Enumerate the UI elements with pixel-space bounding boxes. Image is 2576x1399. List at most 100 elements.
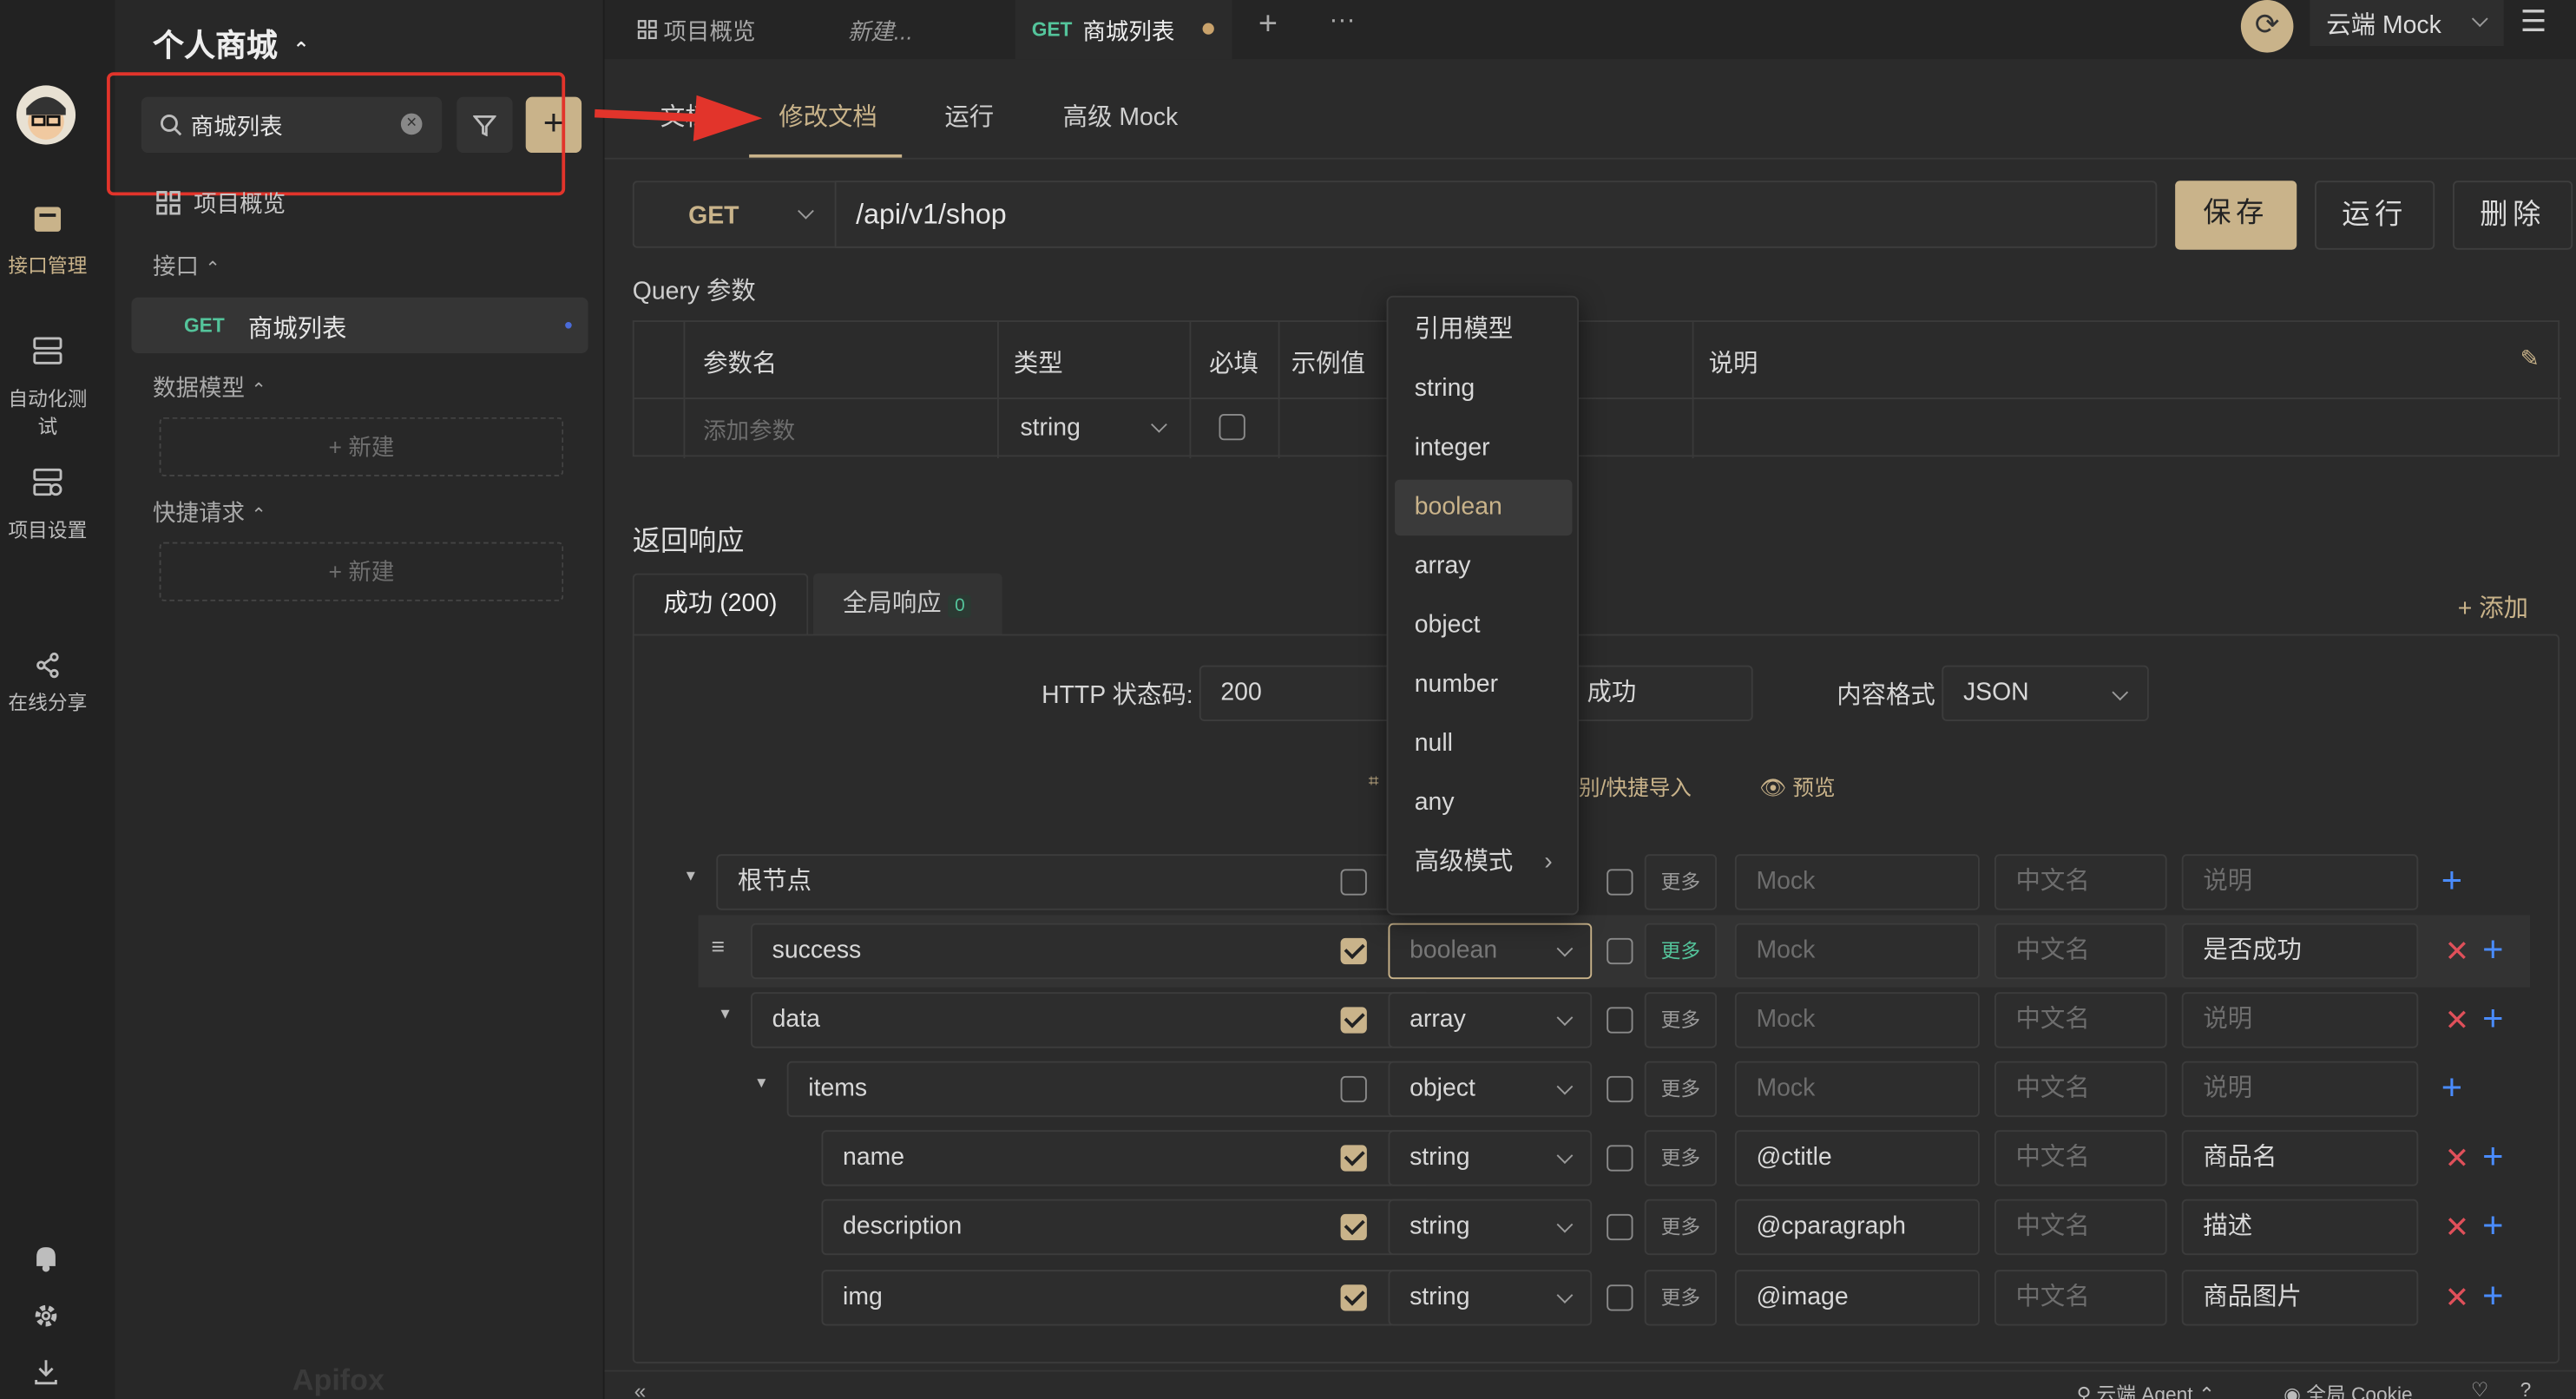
scan-icon[interactable]: ⌗ (1369, 772, 1379, 794)
more-button[interactable]: 更多 (1644, 1130, 1718, 1186)
help-icon[interactable]: ? (2520, 1378, 2532, 1399)
nullable-checkbox[interactable] (1607, 937, 1633, 965)
delete-button[interactable]: 删除 (2453, 181, 2573, 250)
delete-field-icon[interactable]: ✕ (2445, 1281, 2470, 1314)
add-field-icon[interactable]: + (2482, 1000, 2503, 1036)
description-input[interactable]: 说明 (2181, 992, 2419, 1048)
tab-new[interactable]: 新建... (848, 15, 913, 48)
nullable-checkbox[interactable] (1607, 1213, 1633, 1241)
type-option-1[interactable]: string (1395, 361, 1572, 417)
field-name-input[interactable]: name (821, 1130, 1431, 1186)
rail-item-api-manage[interactable]: 接口管理 (0, 200, 95, 279)
expand-toggle-icon[interactable]: ▼ (754, 1074, 769, 1091)
required-checkbox[interactable] (1340, 1284, 1367, 1311)
type-option-2[interactable]: integer (1395, 421, 1572, 476)
tab-shop-list[interactable]: GET 商城列表 (1015, 0, 1232, 60)
type-option-9[interactable]: 高级模式 › (1395, 835, 1572, 890)
tab-global-response[interactable]: 全局响应 0 (812, 573, 1002, 636)
field-name-input[interactable]: data (751, 992, 1431, 1048)
required-checkbox[interactable] (1219, 413, 1245, 441)
url-input[interactable]: /api/v1/shop (834, 181, 2158, 248)
required-checkbox[interactable] (1340, 1007, 1367, 1034)
sync-button[interactable]: ⟳ (2240, 0, 2294, 53)
nullable-checkbox[interactable] (1607, 1145, 1633, 1172)
new-quick-button[interactable]: + 新建 (159, 542, 564, 601)
preview-button[interactable]: 👁 预览 (1759, 771, 1835, 802)
field-type-select[interactable]: object (1388, 1061, 1593, 1118)
subtab-advanced-mock[interactable]: 高级 Mock (1063, 99, 1179, 134)
add-param-input[interactable]: 添加参数 (703, 414, 795, 447)
more-button[interactable]: 更多 (1644, 1061, 1718, 1118)
import-button[interactable]: 别/快捷导入 (1579, 771, 1692, 802)
rail-item-automation[interactable]: 自动化测试 (0, 333, 95, 440)
more-button[interactable]: 更多 (1644, 923, 1718, 980)
sidebar-item-shop-list[interactable]: GET 商城列表 (131, 297, 588, 353)
tab-success-200[interactable]: 成功 (200) (632, 573, 809, 636)
gear-icon[interactable] (31, 1301, 61, 1330)
menu-icon[interactable]: ☰ (2520, 5, 2547, 40)
more-button[interactable]: 更多 (1644, 1199, 1718, 1256)
mock-input[interactable]: Mock (1734, 923, 1980, 980)
tab-overview[interactable]: 项目概览 (637, 15, 756, 48)
add-field-icon[interactable]: + (2482, 930, 2503, 967)
subtab-edit-doc[interactable]: 修改文档 (779, 99, 877, 134)
download-icon[interactable] (31, 1356, 61, 1386)
drag-handle-icon[interactable]: ≡ (712, 933, 725, 959)
delete-field-icon[interactable]: ✕ (2445, 1004, 2470, 1037)
project-switcher[interactable]: 个人商城 ⌃ (153, 22, 310, 66)
subtab-run[interactable]: 运行 (944, 99, 994, 134)
content-format-select[interactable]: JSON (1942, 665, 2149, 721)
new-model-button[interactable]: + 新建 (159, 417, 564, 476)
delete-field-icon[interactable]: ✕ (2445, 1142, 2470, 1175)
more-button[interactable]: 更多 (1644, 854, 1718, 910)
sidebar-item-overview[interactable]: 项目概览 (156, 187, 286, 220)
description-input[interactable]: 说明 (2181, 854, 2419, 910)
field-name-input[interactable]: success (751, 923, 1431, 980)
global-cookie-button[interactable]: ◉ 全局 Cookie (2284, 1380, 2413, 1399)
method-select[interactable]: GET (632, 181, 835, 248)
field-name-input[interactable]: description (821, 1199, 1431, 1256)
delete-field-icon[interactable]: ✕ (2445, 935, 2470, 968)
response-name-input[interactable]: 成功 (1565, 665, 1753, 721)
mock-input[interactable]: Mock (1734, 1061, 1980, 1118)
more-tabs-icon[interactable]: ··· (1329, 7, 1355, 36)
required-checkbox[interactable] (1340, 869, 1367, 896)
chinese-name-input[interactable]: 中文名 (1994, 1061, 2167, 1118)
avatar[interactable] (16, 85, 76, 145)
description-input[interactable]: 是否成功 (2181, 923, 2419, 980)
nullable-checkbox[interactable] (1607, 1075, 1633, 1103)
type-option-7[interactable]: null (1395, 716, 1572, 772)
mock-input[interactable]: Mock (1734, 992, 1980, 1048)
bulk-edit-icon[interactable]: ✎ (2520, 345, 2540, 372)
mock-input[interactable]: @ctitle (1734, 1130, 1980, 1186)
mock-input[interactable]: @image (1734, 1270, 1980, 1326)
field-type-select[interactable]: string (1388, 1130, 1593, 1186)
chinese-name-input[interactable]: 中文名 (1994, 1270, 2167, 1326)
chinese-name-input[interactable]: 中文名 (1994, 992, 2167, 1048)
add-field-icon[interactable]: + (2482, 1206, 2503, 1243)
type-option-4[interactable]: array (1395, 539, 1572, 594)
description-input[interactable]: 描述 (2181, 1199, 2419, 1256)
add-field-icon[interactable]: + (2441, 1068, 2462, 1105)
new-tab-button[interactable]: + (1258, 7, 1278, 45)
expand-toggle-icon[interactable]: ▼ (718, 1005, 733, 1021)
description-input[interactable]: 商品名 (2181, 1130, 2419, 1186)
mock-input[interactable]: Mock (1734, 854, 1980, 910)
param-type-select[interactable]: string (1020, 414, 1080, 442)
nullable-checkbox[interactable] (1607, 1007, 1633, 1034)
field-type-select[interactable]: string (1388, 1199, 1593, 1256)
nullable-checkbox[interactable] (1607, 1284, 1633, 1311)
field-name-input[interactable]: img (821, 1270, 1431, 1326)
rail-item-share[interactable]: 在线分享 (0, 651, 95, 717)
cloud-agent-select[interactable]: ⚲ 云端 Agent ⌃ (2077, 1380, 2215, 1399)
environment-select[interactable]: 云端 Mock (2310, 0, 2504, 46)
more-button[interactable]: 更多 (1644, 992, 1718, 1048)
mock-input[interactable]: @cparagraph (1734, 1199, 1980, 1256)
section-quick[interactable]: 快捷请求 ⌃ (153, 496, 266, 529)
field-type-select[interactable]: array (1388, 992, 1593, 1048)
status-code-input[interactable]: 200 (1199, 665, 1396, 721)
add-field-icon[interactable]: + (2441, 862, 2462, 898)
favorite-icon[interactable]: ♡ (2471, 1378, 2488, 1399)
required-checkbox[interactable] (1340, 937, 1367, 965)
type-option-3[interactable]: boolean (1395, 479, 1573, 536)
